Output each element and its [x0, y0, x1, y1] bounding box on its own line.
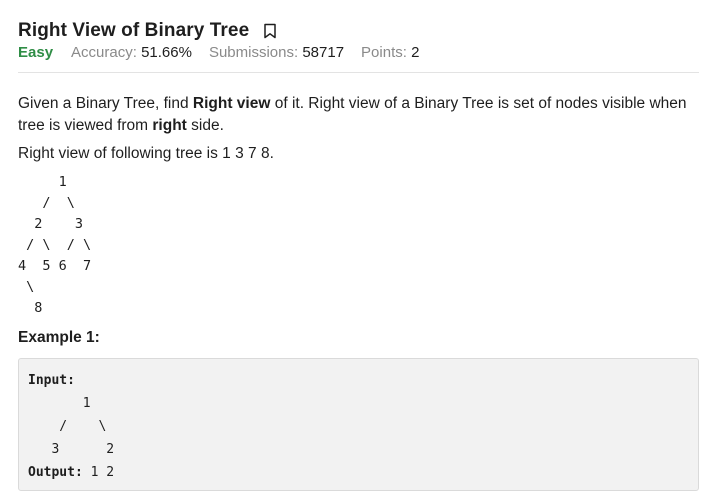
example-content: Input: 1 / \ 3 2 Output: 1 2 — [28, 369, 114, 484]
output-label: Output: — [28, 465, 83, 480]
description-text-1: Given a Binary Tree, find — [18, 95, 193, 112]
difficulty-badge: Easy — [18, 44, 54, 61]
problem-title: Right View of Binary Tree — [18, 20, 250, 41]
points-stat: Points: 2 — [361, 44, 419, 61]
problem-page: Right View of Binary Tree Easy Accuracy:… — [0, 0, 711, 493]
accuracy-value: 51.66% — [141, 44, 192, 61]
example-heading: Example 1: — [18, 329, 100, 346]
points-value: 2 — [411, 44, 420, 61]
tree-diagram: 1 / \ 2 3 / \ / \ 4 5 6 7 \ 8 — [18, 174, 92, 316]
submissions-label: Submissions: — [208, 44, 299, 61]
bookmark-icon[interactable] — [263, 23, 277, 39]
points-label: Points: — [361, 44, 407, 61]
input-label: Input: — [28, 373, 75, 388]
problem-meta: Easy Accuracy: 51.66% Submissions: 58717… — [18, 44, 436, 61]
title-row: Right View of Binary Tree — [18, 20, 277, 42]
accuracy-label: Accuracy: — [71, 44, 137, 61]
submissions-stat: Submissions: 58717 — [209, 44, 344, 61]
header-divider — [18, 72, 699, 73]
input-tree: 1 / \ 3 2 — [51, 396, 115, 457]
description-paragraph: Given a Binary Tree, find Right view of … — [18, 93, 708, 137]
description-bold-right: right — [152, 117, 187, 134]
description-bold-right-view: Right view — [192, 95, 271, 112]
submissions-value: 58717 — [302, 44, 345, 61]
right-view-statement: Right view of following tree is 1 3 7 8. — [18, 145, 274, 162]
output-value: 1 2 — [82, 465, 115, 480]
accuracy-stat: Accuracy: 51.66% — [71, 44, 192, 61]
example-code-block: Input: 1 / \ 3 2 Output: 1 2 — [18, 358, 699, 491]
description-text-3: side. — [186, 117, 224, 134]
